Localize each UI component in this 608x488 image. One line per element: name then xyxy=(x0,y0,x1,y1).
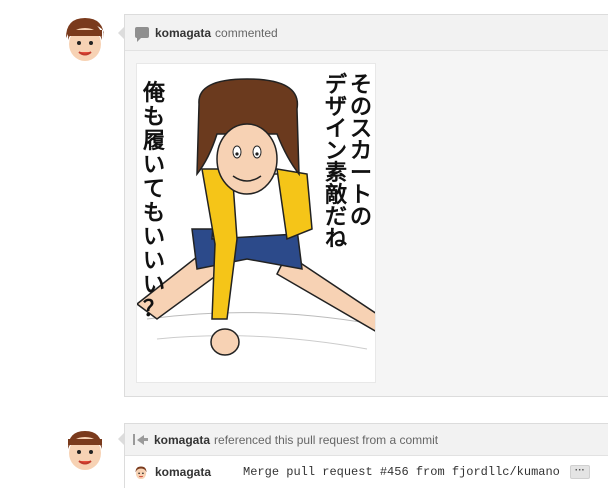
comment-image: そ の ス カ ー ト の デ ザ イ ン 素 敵 だ ね 俺 も 履 い て … xyxy=(136,63,376,383)
reference-action-text: referenced this pull request from a comm… xyxy=(214,432,439,447)
commit-expand-button[interactable]: ··· xyxy=(569,465,590,479)
comment-action-text: commented xyxy=(215,25,278,40)
speech-bubble-icon xyxy=(135,27,149,42)
caption-left-char: も xyxy=(143,201,165,226)
avatar[interactable] xyxy=(60,14,110,64)
reference-arrow-icon xyxy=(133,434,148,445)
comment-box: komagata commented そ の ス カ ー ト の デ ザ イ ン… xyxy=(124,14,608,397)
commit-author-link[interactable]: komagata xyxy=(155,465,211,479)
reference-header: komagata referenced this pull request fr… xyxy=(125,424,608,456)
caption-left-char: い xyxy=(143,273,165,298)
reference-box: komagata referenced this pull request fr… xyxy=(124,423,608,488)
caption-left-char: い xyxy=(143,153,165,178)
commit-author-avatar[interactable] xyxy=(133,464,149,480)
caption-left-char: 俺 xyxy=(142,80,166,106)
caption-left-char: ？ xyxy=(143,297,165,322)
caption-left-char: い xyxy=(143,225,165,250)
comment-header: komagata commented xyxy=(125,15,608,51)
caption-left-char: い xyxy=(143,249,165,274)
avatar[interactable] xyxy=(60,423,110,473)
caption-left-char: 履 xyxy=(143,129,165,154)
caption-left-char: て xyxy=(143,177,165,202)
caption-right-char: ね xyxy=(325,227,347,252)
image-caption-left: 俺 も 履 い て も い い い ？ xyxy=(142,80,166,322)
caption-left-char: も xyxy=(143,105,165,130)
commit-message-link[interactable]: Merge pull request #456 from fjordllc/ku… xyxy=(243,465,560,479)
reference-author-link[interactable]: komagata xyxy=(154,433,210,447)
caption-right-char: の xyxy=(350,205,372,230)
commit-row: komagata Merge pull request #456 from fj… xyxy=(125,456,608,488)
comment-author-link[interactable]: komagata xyxy=(155,26,211,40)
